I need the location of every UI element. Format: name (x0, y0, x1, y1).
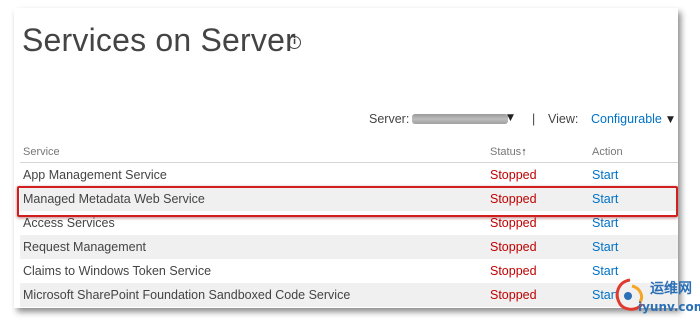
view-chevron-down-icon[interactable]: ▼ (667, 115, 674, 125)
status-badge: Stopped (490, 168, 537, 182)
services-grid: Service Status↑ Action App Management Se… (20, 140, 678, 307)
page-title: Services on Server (22, 22, 296, 58)
table-row: App Management Service Stopped Start (20, 163, 678, 187)
toolbar-separator: | (532, 112, 536, 126)
view-label: View: (548, 112, 579, 126)
table-row: Managed Metadata Web Service Stopped Sta… (20, 187, 678, 211)
header-status[interactable]: Status↑ (490, 146, 527, 158)
header-service[interactable]: Service (23, 146, 60, 158)
server-label: Server: (369, 112, 410, 126)
watermark-en: iyunv.com (638, 300, 700, 314)
table-row: Microsoft SharePoint Foundation Sandboxe… (20, 283, 678, 307)
service-name: Managed Metadata Web Service (23, 192, 205, 206)
status-badge: Stopped (490, 288, 537, 302)
service-name: App Management Service (23, 168, 167, 182)
table-row: Claims to Windows Token Service Stopped … (20, 259, 678, 283)
service-name: Request Management (23, 240, 146, 254)
service-name: Claims to Windows Token Service (23, 264, 212, 278)
service-name: Access Services (23, 216, 115, 230)
watermark-cn: 运维网 (650, 281, 692, 297)
service-name: Microsoft SharePoint Foundation Sandboxe… (23, 288, 351, 302)
start-link[interactable]: Start (592, 192, 618, 206)
header-status-label: Status (490, 146, 522, 158)
header-action: Action (592, 146, 623, 158)
status-badge: Stopped (490, 240, 537, 254)
sort-up-icon: ↑ (521, 146, 527, 158)
info-icon[interactable]: i (288, 36, 301, 49)
start-link[interactable]: Start (592, 168, 618, 182)
table-row: Request Management Stopped Start (20, 235, 678, 259)
start-link[interactable]: Start (592, 216, 618, 230)
watermark-logo: 运维网 iyunv.com (610, 274, 700, 318)
server-select[interactable] (412, 114, 508, 124)
status-badge: Stopped (490, 192, 537, 206)
view-select[interactable]: Configurable (591, 112, 662, 126)
start-link[interactable]: Start (592, 240, 618, 254)
server-chevron-down-icon[interactable]: ▼ (507, 113, 514, 123)
services-page: Services on Server i Server: ▼ | View: C… (14, 8, 678, 308)
grid-header: Service Status↑ Action (20, 140, 678, 163)
table-row: Access Services Stopped Start (20, 211, 678, 235)
status-badge: Stopped (490, 264, 537, 278)
status-badge: Stopped (490, 216, 537, 230)
